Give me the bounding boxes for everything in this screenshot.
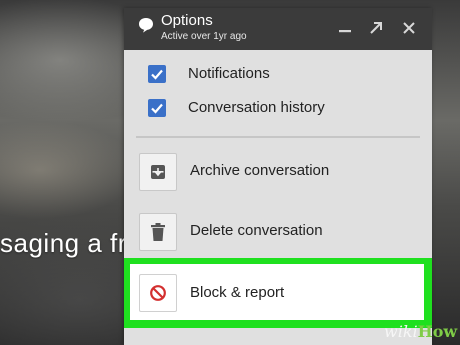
notifications-label: Notifications: [188, 65, 270, 82]
close-icon: [403, 22, 415, 34]
archive-button[interactable]: [139, 153, 177, 191]
conversation-history-label: Conversation history: [188, 99, 325, 116]
panel-status: Active over 1yr ago: [161, 31, 247, 42]
block-report-option[interactable]: Block & report: [130, 264, 424, 320]
speech-bubble-icon: [139, 18, 153, 33]
archive-conversation-option[interactable]: Archive conversation: [124, 150, 432, 208]
trash-icon: [151, 223, 165, 241]
archive-label: Archive conversation: [190, 162, 330, 179]
panel-header: Options Active over 1yr ago: [124, 8, 432, 50]
delete-button[interactable]: [139, 213, 177, 251]
divider: [136, 136, 420, 138]
delete-label: Delete conversation: [190, 222, 323, 239]
options-panel: Options Active over 1yr ago Notification…: [124, 8, 432, 345]
pop-out-button[interactable]: [365, 17, 387, 39]
conversation-history-checkbox[interactable]: [148, 99, 166, 117]
block-report-label: Block & report: [190, 284, 285, 301]
no-entry-icon: [150, 285, 166, 301]
minimize-button[interactable]: [334, 17, 356, 39]
panel-title: Options: [161, 12, 213, 29]
wikihow-watermark: wikiHow: [384, 322, 458, 341]
notifications-checkbox[interactable]: [148, 65, 166, 83]
close-button[interactable]: [398, 17, 420, 39]
checkmark-icon: [151, 103, 163, 114]
block-report-button[interactable]: [139, 274, 177, 312]
minimize-icon: [339, 30, 351, 33]
archive-icon: [151, 165, 165, 179]
notifications-option[interactable]: Notifications: [124, 62, 432, 88]
expand-icon: [370, 22, 382, 34]
background-message-text: saging a fr: [0, 228, 124, 258]
conversation-history-option[interactable]: Conversation history: [124, 96, 432, 122]
highlight-frame: Block & report: [124, 258, 432, 328]
checkmark-icon: [151, 69, 163, 80]
